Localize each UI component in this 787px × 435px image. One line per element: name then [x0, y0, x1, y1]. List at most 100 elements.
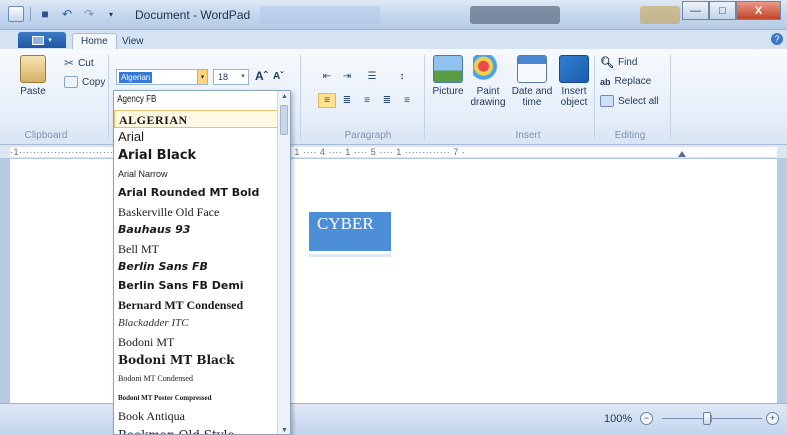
picture-label: Picture	[432, 86, 464, 97]
replace-label: Replace	[614, 76, 652, 87]
maximize-button[interactable]: □	[709, 1, 736, 20]
copy-label: Copy	[82, 76, 106, 88]
font-list-item[interactable]: Agency FB	[114, 91, 245, 110]
titlebar-glow	[470, 6, 560, 24]
save-icon[interactable]: ■	[37, 6, 53, 22]
find-button[interactable]: 🔍︎ Find	[600, 56, 637, 69]
replace-icon: ab	[600, 76, 611, 87]
font-size-combo[interactable]: 18 ▾	[213, 69, 249, 85]
window-controls: — □ X	[682, 1, 781, 20]
font-list-item[interactable]: ALGERIAN	[114, 109, 278, 129]
copy-icon	[64, 76, 78, 88]
zoom-slider-thumb[interactable]	[703, 412, 711, 425]
undo-icon[interactable]: ↶	[59, 6, 75, 22]
picture-icon	[433, 55, 463, 83]
font-list-item[interactable]: Arial Narrow	[114, 165, 278, 184]
copy-button[interactable]: Copy	[64, 76, 105, 88]
font-list-item[interactable]: Blackadder ITC	[114, 314, 278, 333]
font-list-item[interactable]: Bodoni MT Poster Compressed	[114, 389, 278, 408]
increase-indent-button[interactable]: ⇥	[338, 69, 356, 84]
scroll-up-arrow-icon[interactable]: ▲	[281, 93, 288, 100]
cut-icon: ✂	[64, 56, 75, 70]
right-indent-marker[interactable]	[678, 151, 686, 157]
file-menu-icon	[32, 35, 45, 45]
grow-font-button[interactable]: Aˆ	[255, 69, 268, 83]
cut-button[interactable]: ✂ Cut	[64, 56, 94, 70]
line-spacing-button[interactable]: ↕	[390, 69, 414, 84]
zoom-in-button[interactable]: +	[766, 412, 779, 425]
insert-group-label: Insert	[515, 130, 541, 141]
font-list-item[interactable]: Bodoni MT	[114, 333, 278, 352]
close-button[interactable]: X	[736, 1, 781, 20]
group-separator	[594, 55, 595, 139]
decrease-indent-button[interactable]: ⇤	[318, 69, 336, 84]
tab-view[interactable]: View	[114, 33, 152, 49]
picture-button[interactable]: Picture	[428, 55, 468, 97]
group-separator	[300, 55, 301, 139]
insert-object-button[interactable]: Insert object	[554, 55, 594, 108]
help-icon[interactable]: ?	[771, 33, 783, 45]
zoom-out-button[interactable]: −	[640, 412, 653, 425]
file-menu-button[interactable]: ▾	[18, 32, 66, 48]
scroll-down-arrow-icon[interactable]: ▼	[281, 427, 288, 434]
font-list-item[interactable]: Bookman Old Style	[114, 426, 278, 434]
font-size-value: 18	[218, 72, 229, 82]
font-list-item[interactable]: Bodoni MT Condensed	[114, 370, 278, 389]
date-time-button[interactable]: Date and time	[508, 55, 556, 108]
minimize-button[interactable]: —	[682, 1, 709, 20]
font-family-dropdown-list[interactable]: Agency FB ALGERIAN Arial Arial Black Ari…	[113, 90, 291, 435]
align-center-button[interactable]: ≣	[338, 93, 356, 108]
font-size-dropdown-icon[interactable]: ▾	[238, 70, 248, 84]
font-list-item[interactable]: Bernard MT Condensed	[114, 296, 278, 315]
ribbon-tab-row: ▾ Home View ?	[0, 30, 787, 49]
font-list-item[interactable]: Berlin Sans FB	[114, 258, 278, 277]
clipboard-group-label: Clipboard	[24, 130, 68, 141]
justify-button[interactable]: ≣	[378, 93, 396, 108]
paint-drawing-button[interactable]: Paint drawing	[466, 55, 510, 108]
font-list-item[interactable]: Bell MT	[114, 240, 278, 259]
redo-icon[interactable]: ↷	[81, 6, 97, 22]
calendar-icon	[517, 55, 547, 83]
find-label: Find	[617, 57, 638, 68]
cut-label: Cut	[78, 57, 94, 69]
font-list-scrollbar[interactable]: ▲ ▼	[277, 91, 290, 434]
font-family-dropdown-icon[interactable]: ▾	[197, 70, 207, 84]
zoom-slider-track[interactable]	[662, 418, 762, 419]
font-list-item[interactable]: Book Antiqua	[114, 407, 278, 426]
shrink-font-button[interactable]: Aˇ	[273, 71, 284, 82]
font-list-item[interactable]: Arial Black	[114, 147, 278, 166]
titlebar-glow	[640, 6, 680, 24]
font-family-combo[interactable]: Algerian ▾	[116, 69, 208, 85]
select-all-label: Select all	[618, 95, 659, 107]
select-all-button[interactable]: Select all	[600, 95, 659, 107]
font-list-item[interactable]: Bodoni MT Black	[114, 351, 278, 370]
scrollbar-thumb[interactable]	[280, 105, 288, 135]
font-list-item[interactable]: Berlin Sans FB Demi	[114, 277, 278, 296]
font-list-items: Agency FB ALGERIAN Arial Arial Black Ari…	[114, 91, 278, 434]
customize-qat-dropdown-icon[interactable]: ▾	[103, 6, 119, 22]
window-title: Document - WordPad	[135, 8, 251, 22]
zoom-slider-midmark	[711, 415, 712, 422]
align-right-button[interactable]: ≡	[358, 93, 376, 108]
tab-home[interactable]: Home	[72, 33, 117, 49]
font-list-item[interactable]: Bauhaus 93	[114, 221, 278, 240]
file-dropdown-icon: ▾	[48, 37, 52, 44]
text-selection-underline	[309, 254, 391, 257]
paragraph-settings-button[interactable]: ≡	[398, 93, 416, 108]
font-list-item[interactable]: Baskerville Old Face	[114, 203, 278, 222]
replace-button[interactable]: ab Replace	[600, 76, 651, 87]
select-all-icon	[600, 95, 614, 107]
align-left-button[interactable]: ≡	[318, 93, 336, 108]
quick-access-toolbar: ■ ↶ ↷ ▾	[8, 6, 119, 22]
font-list-item[interactable]: Arial	[114, 128, 278, 147]
paint-drawing-icon	[473, 55, 503, 83]
selected-document-text[interactable]: CYBER	[309, 212, 391, 251]
title-bar: ■ ↶ ↷ ▾ Document - WordPad — □ X	[0, 0, 787, 30]
paste-button[interactable]: Paste	[20, 55, 46, 97]
bullets-button[interactable]: ☰	[358, 69, 386, 84]
font-list-item[interactable]: Arial Rounded MT Bold	[114, 184, 278, 203]
paste-label: Paste	[20, 86, 46, 97]
insert-object-label: Insert object	[560, 86, 588, 108]
insert-object-icon	[559, 55, 589, 83]
wordpad-app-icon[interactable]	[8, 6, 24, 22]
